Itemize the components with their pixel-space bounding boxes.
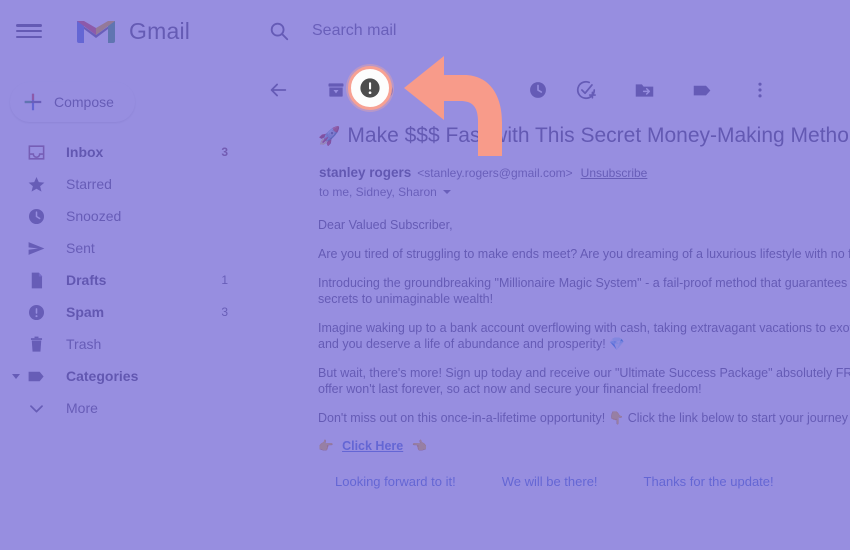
sidebar-item-label: Drafts — [66, 272, 107, 288]
move-to-button[interactable] — [624, 70, 664, 110]
gmail-logo-icon — [76, 15, 116, 47]
document-icon — [26, 270, 46, 290]
body-paragraph: Are you tired of struggling to make ends… — [318, 247, 850, 261]
search-input[interactable] — [310, 21, 734, 41]
rocket-icon: 🚀 — [318, 125, 341, 146]
sidebar-item-categories[interactable]: Categories — [0, 360, 240, 392]
mail-icon — [471, 84, 489, 96]
trash-icon — [426, 81, 438, 98]
sidebar-item-label: Categories — [66, 368, 139, 384]
check-circle-plus-icon — [576, 80, 596, 100]
sidebar-item-inbox[interactable]: Inbox 3 — [0, 136, 240, 168]
trash-icon — [26, 334, 46, 354]
mark-unread-button[interactable] — [460, 70, 500, 110]
sidebar-item-count: 3 — [221, 305, 228, 319]
compose-label: Compose — [54, 94, 114, 110]
sidebar-item-label: Trash — [66, 336, 102, 352]
gmail-app: Gmail Compose — [0, 0, 850, 550]
pointing-right-icon: 👉 — [318, 439, 334, 453]
back-button[interactable] — [258, 70, 298, 110]
search-icon — [270, 22, 289, 41]
sender-meta: stanley rogers <stanley.rogers@gmail.com… — [319, 164, 647, 199]
smart-reply-chip[interactable]: Thanks for the update! — [626, 466, 791, 496]
body-paragraph: Introducing the groundbreaking "Milliona… — [318, 276, 850, 306]
body-paragraph: But wait, there's more! Sign up today an… — [318, 366, 850, 396]
pointing-left-icon: 👈 — [411, 439, 428, 453]
subject-row: 🚀 Make $$$ Fast with This Secret Money-M… — [240, 118, 850, 148]
message-body: Dear Valued Subscriber, Are you tired of… — [240, 217, 850, 454]
sidebar-item-sent[interactable]: Sent — [0, 232, 240, 264]
chevron-down-icon — [442, 190, 451, 194]
screenshot-root: Gmail Compose — [0, 0, 850, 550]
sidebar-nav: Inbox 3 Starred Snoozed Sent Drafts 1 Sp… — [0, 136, 240, 424]
labels-button[interactable] — [682, 70, 722, 110]
plus-icon — [24, 93, 42, 111]
report-spam-icon — [360, 78, 380, 98]
sender-email: <stanley.rogers@gmail.com> — [417, 166, 573, 180]
sidebar-item-trash[interactable]: Trash — [0, 328, 240, 360]
smart-reply-chip[interactable]: Looking forward to it! — [318, 466, 473, 496]
sidebar-item-starred[interactable]: Starred — [0, 168, 240, 200]
sidebar-item-spam[interactable]: Spam 3 — [0, 296, 240, 328]
sidebar-item-count: 3 — [221, 145, 228, 159]
more-options-button[interactable] — [740, 70, 780, 110]
compose-button[interactable]: Compose — [10, 82, 135, 122]
report-spam-button[interactable] — [348, 66, 392, 110]
send-icon — [26, 238, 46, 258]
recipients-label: to me, Sidney, Sharon — [319, 185, 437, 199]
chevron-down-icon — [26, 398, 46, 418]
search-bar[interactable] — [258, 8, 818, 54]
caret-down-icon — [12, 373, 20, 379]
avatar — [276, 164, 310, 198]
report-spam-icon — [26, 302, 46, 322]
sidebar-item-label: More — [66, 400, 98, 416]
page-title: Make $$$ Fast with This Secret Money-Mak… — [347, 124, 849, 147]
snooze-button[interactable] — [518, 70, 558, 110]
sender-row: stanley rogers <stanley.rogers@gmail.com… — [240, 164, 850, 199]
brand-name: Gmail — [129, 17, 191, 44]
sender-line: stanley rogers <stanley.rogers@gmail.com… — [319, 165, 647, 180]
person-icon — [285, 173, 301, 190]
body-paragraph: Dear Valued Subscriber, — [318, 218, 453, 232]
archive-icon — [328, 83, 344, 97]
sidebar-item-count: 1 — [221, 273, 228, 287]
clock-icon — [530, 82, 546, 98]
sidebar-item-label: Spam — [66, 304, 105, 320]
inbox-icon — [26, 142, 46, 162]
sidebar-item-drafts[interactable]: Drafts 1 — [0, 264, 240, 296]
sidebar-item-more[interactable]: More — [0, 392, 240, 424]
sidebar-item-label: Sent — [66, 240, 95, 256]
sidebar-item-snoozed[interactable]: Snoozed — [0, 200, 240, 232]
add-to-tasks-button[interactable] — [566, 70, 606, 110]
delete-button[interactable] — [412, 70, 452, 110]
sidebar: Compose Inbox 3 Starred Snoozed Sent Dra… — [0, 62, 240, 550]
smart-reply-row: Looking forward to it! We will be there!… — [240, 466, 850, 496]
hamburger-icon[interactable] — [14, 21, 42, 41]
body-paragraph: Don't miss out on this once-in-a-lifetim… — [318, 411, 850, 425]
clock-icon — [26, 206, 46, 226]
star-icon — [26, 174, 46, 194]
body-paragraph: Imagine waking up to a bank account over… — [318, 321, 850, 351]
cta-link-row: 👉 Click Here 👈 — [318, 439, 850, 454]
message-toolbar — [240, 62, 850, 118]
click-here-link[interactable]: Click Here — [342, 439, 403, 453]
unsubscribe-link[interactable]: Unsubscribe — [581, 166, 648, 180]
smart-reply-chip[interactable]: We will be there! — [484, 466, 615, 496]
sender-name: stanley rogers — [319, 165, 412, 180]
sidebar-item-label: Snoozed — [66, 208, 122, 224]
sidebar-item-label: Inbox — [66, 144, 104, 160]
sidebar-item-label: Starred — [66, 176, 112, 192]
label-icon — [26, 366, 46, 386]
top-bar: Gmail — [0, 0, 850, 62]
recipients-row[interactable]: to me, Sidney, Sharon — [319, 185, 647, 199]
more-vertical-icon — [758, 82, 762, 98]
message-pane: 🚀 Make $$$ Fast with This Secret Money-M… — [240, 62, 850, 550]
label-icon — [693, 85, 710, 95]
arrow-left-icon — [270, 83, 287, 97]
folder-move-icon — [635, 83, 653, 97]
